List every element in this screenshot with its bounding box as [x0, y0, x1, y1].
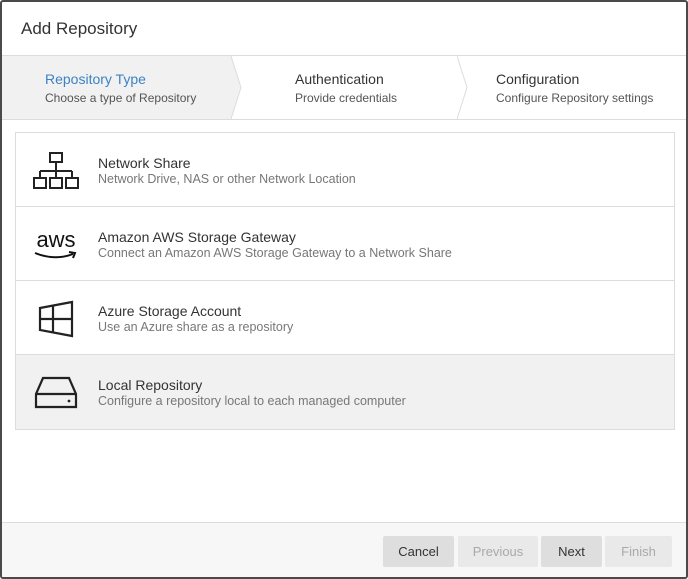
- previous-button[interactable]: Previous: [458, 536, 538, 567]
- repository-type-description: Network Drive, NAS or other Network Loca…: [98, 172, 356, 186]
- step-repository-type[interactable]: Repository Type Choose a type of Reposit…: [2, 56, 232, 119]
- step-title: Repository Type: [45, 71, 146, 87]
- repository-type-title: Local Repository: [98, 377, 203, 393]
- repository-type-description: Use an Azure share as a repository: [98, 320, 294, 334]
- windows-logo-icon: [33, 299, 79, 339]
- step-separator-chevron: [231, 56, 242, 119]
- finish-button[interactable]: Finish: [605, 536, 672, 567]
- repository-type-description: Configure a repository local to each man…: [98, 394, 406, 408]
- repository-type-title: Azure Storage Account: [98, 303, 242, 319]
- repository-type-azure-storage-account[interactable]: Azure Storage Account Use an Azure share…: [16, 281, 674, 355]
- repository-type-network-share[interactable]: Network Share Network Drive, NAS or othe…: [16, 133, 674, 207]
- repository-type-title: Amazon AWS Storage Gateway: [98, 229, 296, 245]
- repository-type-aws-storage-gateway[interactable]: aws Amazon AWS Storage Gateway Connect a…: [16, 207, 674, 281]
- cancel-button[interactable]: Cancel: [383, 536, 454, 567]
- step-authentication[interactable]: Authentication Provide credentials: [245, 56, 458, 119]
- aws-smile-icon: [34, 251, 77, 259]
- repository-type-local-repository[interactable]: Local Repository Configure a repository …: [16, 355, 674, 429]
- repository-type-title: Network Share: [98, 155, 191, 171]
- step-subtitle: Configure Repository settings: [496, 91, 654, 105]
- dialog-title: Add Repository: [21, 19, 138, 38]
- step-subtitle: Choose a type of Repository: [45, 91, 197, 105]
- step-configuration[interactable]: Configuration Configure Repository setti…: [470, 56, 686, 119]
- dialog-footer: Cancel Previous Next Finish: [2, 522, 686, 577]
- aws-logo-icon: aws: [33, 225, 79, 265]
- aws-logo-text: aws: [36, 227, 76, 252]
- step-title: Configuration: [496, 71, 580, 87]
- step-subtitle: Provide credentials: [295, 91, 398, 105]
- repository-type-list: Network Share Network Drive, NAS or othe…: [15, 132, 675, 430]
- step-separator-chevron: [457, 56, 468, 119]
- repository-type-description: Connect an Amazon AWS Storage Gateway to…: [98, 246, 452, 260]
- step-title: Authentication: [295, 71, 384, 87]
- network-share-icon: [33, 151, 79, 191]
- add-repository-dialog: Add Repository Repository Type Choose a …: [0, 0, 688, 579]
- hard-drive-icon: [33, 373, 79, 413]
- wizard-steps: Repository Type Choose a type of Reposit…: [2, 56, 686, 120]
- dialog-header: Add Repository: [2, 2, 686, 56]
- next-button[interactable]: Next: [541, 536, 602, 567]
